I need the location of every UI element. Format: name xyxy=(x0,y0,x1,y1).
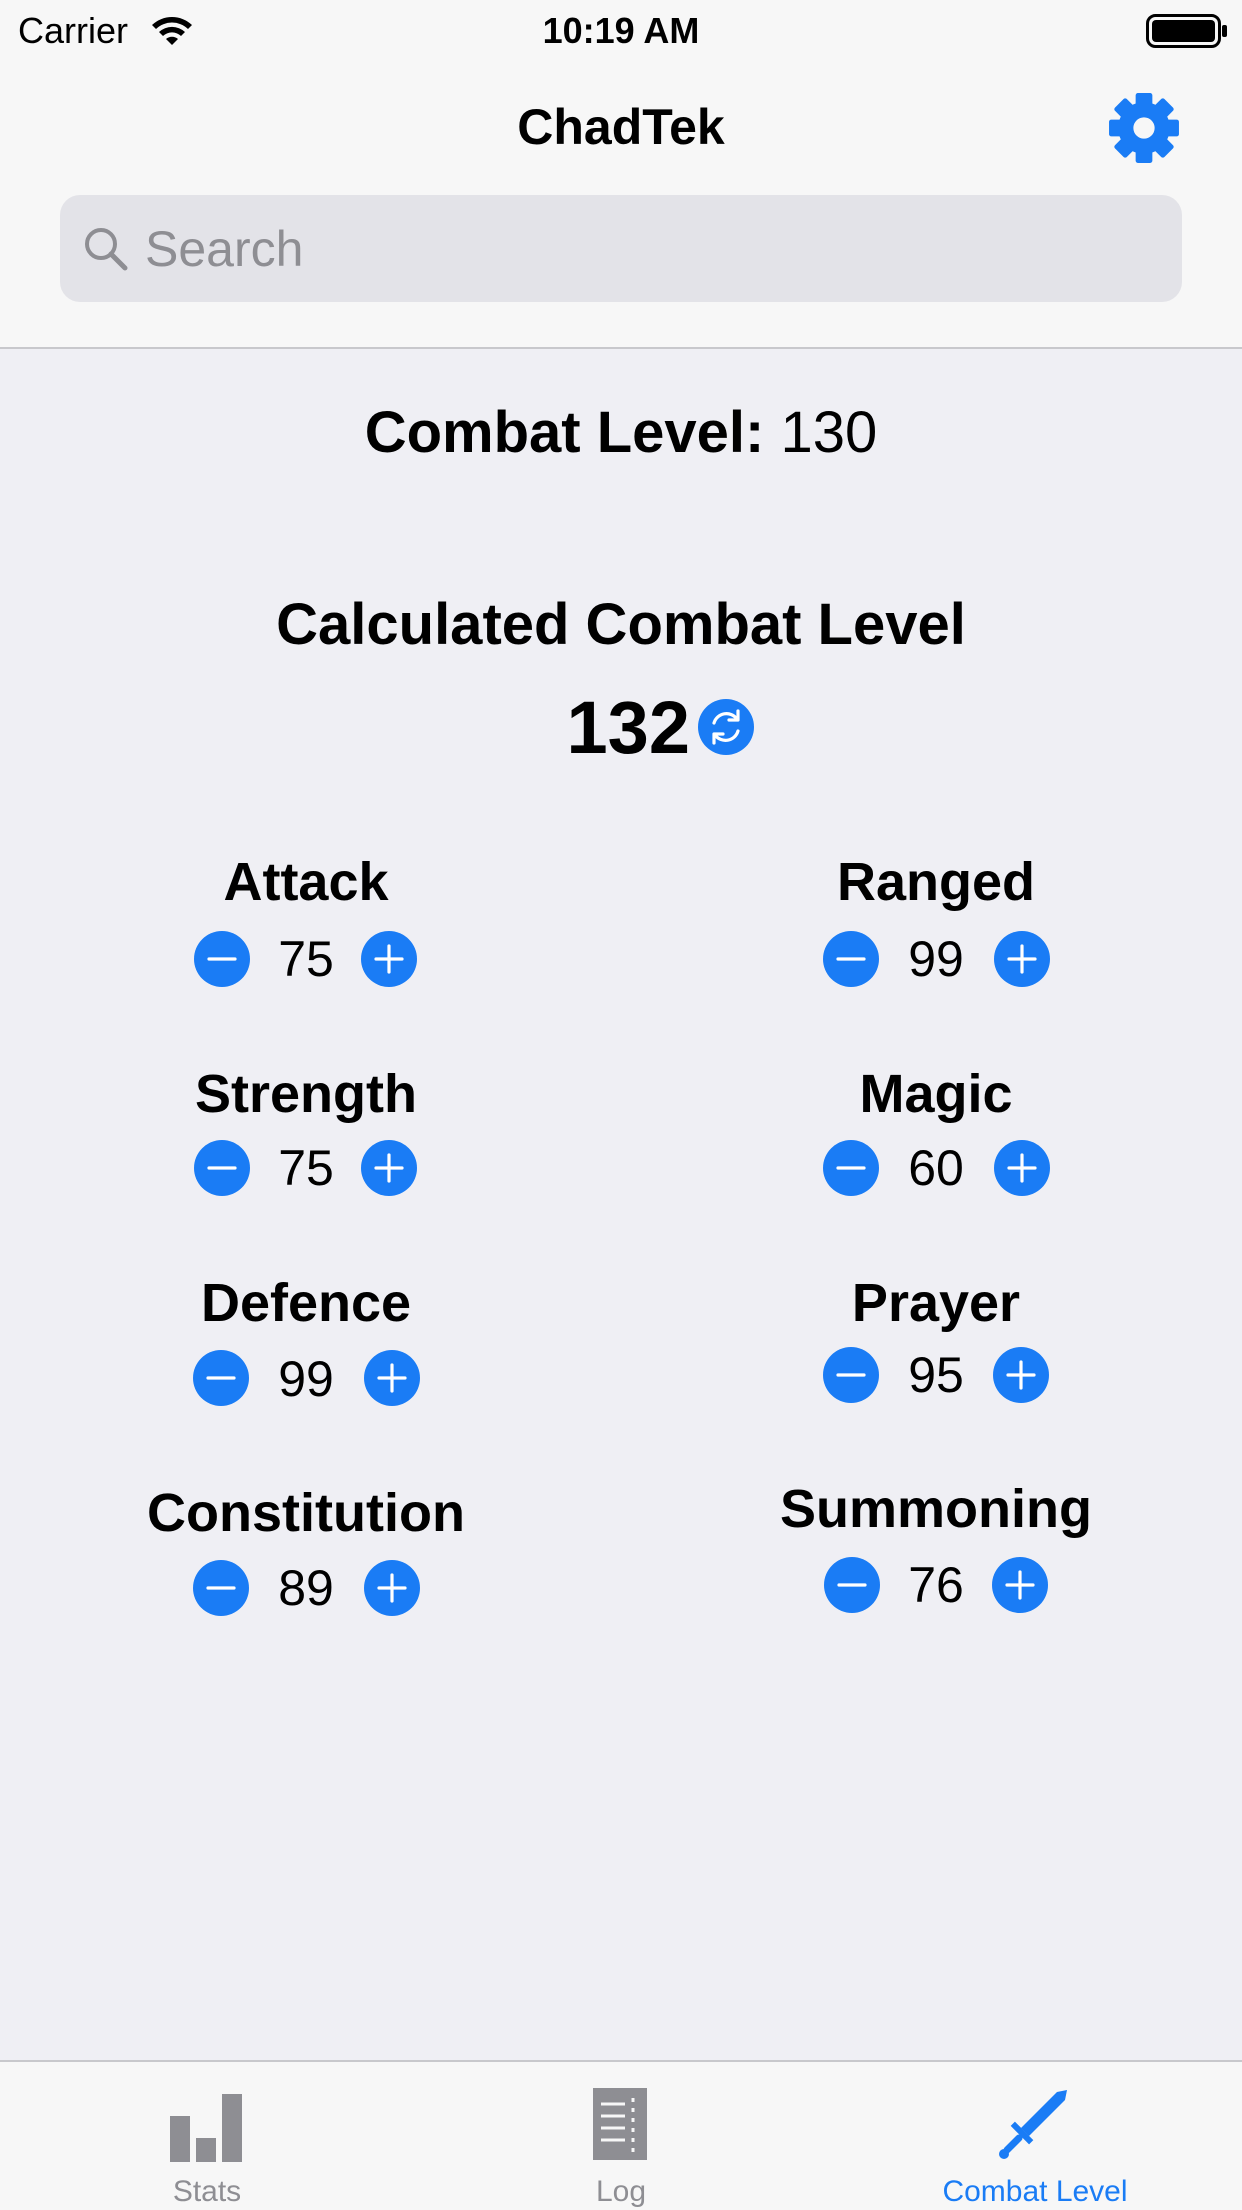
search-input[interactable] xyxy=(145,195,1145,302)
stat-value-prayer: 95 xyxy=(908,1347,964,1403)
ranged-decrement-button[interactable] xyxy=(823,931,879,987)
tab-label-log: Log xyxy=(595,2175,647,2208)
stat-value-ranged: 99 xyxy=(908,931,964,987)
combat-level-label: Combat Level: xyxy=(364,400,765,465)
stat-name-defence: Defence xyxy=(200,1273,412,1333)
navigation-bar: ChadTek xyxy=(0,62,1242,349)
tab-stats[interactable]: Stats xyxy=(0,2062,414,2210)
defence-decrement-button[interactable] xyxy=(193,1350,249,1406)
calculated-combat-title: Calculated Combat Level xyxy=(276,592,966,657)
stat-name-summoning: Summoning xyxy=(780,1479,1092,1539)
tab-label-stats: Stats xyxy=(172,2175,242,2208)
prayer-decrement-button[interactable] xyxy=(823,1347,879,1403)
page-title: ChadTek xyxy=(517,99,725,155)
stat-name-prayer: Prayer xyxy=(851,1273,1021,1333)
stat-value-attack: 75 xyxy=(278,931,334,987)
stat-value-defence: 99 xyxy=(278,1351,334,1407)
tab-log[interactable]: Log xyxy=(414,2062,828,2210)
prayer-increment-button[interactable] xyxy=(993,1347,1049,1403)
stat-name-attack: Attack xyxy=(223,852,389,912)
stat-value-summoning: 76 xyxy=(908,1557,964,1613)
summoning-decrement-button[interactable] xyxy=(824,1557,880,1613)
tab-combat-level[interactable]: Combat Level xyxy=(828,2062,1242,2210)
magic-increment-button[interactable] xyxy=(994,1140,1050,1196)
strength-increment-button[interactable] xyxy=(361,1140,417,1196)
summoning-increment-button[interactable] xyxy=(992,1557,1048,1613)
defence-increment-button[interactable] xyxy=(364,1350,420,1406)
gear-icon[interactable] xyxy=(1106,90,1182,166)
constitution-decrement-button[interactable] xyxy=(193,1560,249,1616)
stat-value-magic: 60 xyxy=(908,1140,964,1196)
tab-label-combat-level: Combat Level xyxy=(942,2175,1128,2208)
status-time: 10:19 AM xyxy=(542,10,700,51)
calculated-combat-value: 132 xyxy=(566,686,690,769)
attack-increment-button[interactable] xyxy=(361,931,417,987)
constitution-increment-button[interactable] xyxy=(364,1560,420,1616)
search-icon xyxy=(85,228,128,271)
combat-level-row: Combat Level: 130 xyxy=(0,398,1242,468)
stat-name-constitution: Constitution xyxy=(147,1483,465,1543)
stat-value-strength: 75 xyxy=(278,1140,334,1196)
strength-decrement-button[interactable] xyxy=(194,1140,250,1196)
refresh-icon[interactable] xyxy=(698,699,754,755)
battery-icon xyxy=(1146,14,1227,48)
bar-chart-icon xyxy=(170,2094,242,2162)
ranged-increment-button[interactable] xyxy=(994,931,1050,987)
sword-icon xyxy=(999,2090,1067,2159)
stat-name-ranged: Ranged xyxy=(836,852,1036,912)
magic-decrement-button[interactable] xyxy=(823,1140,879,1196)
search-bar[interactable] xyxy=(60,195,1182,302)
stat-value-constitution: 89 xyxy=(278,1560,334,1616)
log-icon xyxy=(593,2088,647,2160)
stat-name-magic: Magic xyxy=(859,1064,1013,1124)
attack-decrement-button[interactable] xyxy=(194,931,250,987)
stat-name-strength: Strength xyxy=(195,1064,417,1124)
status-bar: Carrier 10:19 AM xyxy=(0,0,1242,62)
tab-bar: Stats Log Combat Level xyxy=(0,2060,1242,2210)
combat-level-value: 130 xyxy=(780,400,878,465)
